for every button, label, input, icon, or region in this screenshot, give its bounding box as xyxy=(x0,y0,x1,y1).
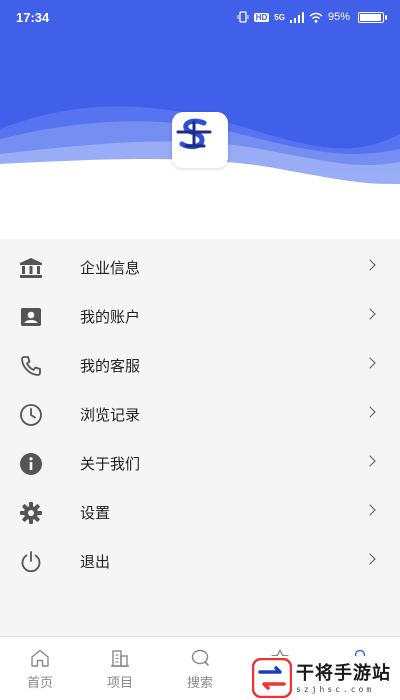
menu-item-label: 我的账户 xyxy=(80,309,141,326)
nav-tab-search[interactable]: 搜索 xyxy=(160,637,240,700)
nav-label: 首页 xyxy=(26,675,53,690)
phone-icon xyxy=(18,353,44,379)
chevron-right-icon xyxy=(364,308,376,320)
wifi-icon xyxy=(309,12,323,23)
power-icon xyxy=(18,549,44,575)
watermark-title: 干将手游站 xyxy=(296,662,391,684)
profile-menu: 企业信息 我的账户 我的客服 浏览记录 关于我们 设置 退出 xyxy=(0,243,400,586)
profile-header xyxy=(0,34,400,239)
site-watermark: 干将手游站 szjhsc.com xyxy=(250,656,400,700)
nav-label: 搜索 xyxy=(186,675,213,690)
battery-level xyxy=(360,13,381,21)
menu-item-my-account[interactable]: 我的账户 xyxy=(0,292,400,341)
menu-item-label: 企业信息 xyxy=(80,260,141,277)
status-bar: 17:34 HD 5G 95% xyxy=(0,0,400,34)
menu-item-about-us[interactable]: 关于我们 xyxy=(0,439,400,488)
chevron-right-icon xyxy=(364,553,376,565)
network-type: 5G xyxy=(274,12,285,22)
chevron-right-icon xyxy=(364,357,376,369)
menu-item-label: 退出 xyxy=(80,554,111,571)
nav-tab-home[interactable]: 首页 xyxy=(0,637,80,700)
menu-item-logout[interactable]: 退出 xyxy=(0,537,400,586)
watermark-logo-icon xyxy=(252,658,292,698)
hd-badge: HD xyxy=(253,12,270,22)
vibrate-icon xyxy=(237,11,249,23)
menu-item-label: 设置 xyxy=(80,505,111,522)
search-icon xyxy=(189,648,211,668)
watermark-subtitle: szjhsc.com xyxy=(296,684,375,694)
building-icon xyxy=(109,648,131,668)
menu-item-label: 关于我们 xyxy=(80,456,141,473)
chevron-right-icon xyxy=(364,504,376,516)
chevron-right-icon xyxy=(364,455,376,467)
menu-item-customer-service[interactable]: 我的客服 xyxy=(0,341,400,390)
info-icon xyxy=(18,451,44,477)
gear-icon xyxy=(18,500,44,526)
nav-tab-projects[interactable]: 项目 xyxy=(80,637,160,700)
signal-icon xyxy=(289,11,304,23)
menu-item-browse-history[interactable]: 浏览记录 xyxy=(0,390,400,439)
nav-label: 项目 xyxy=(106,675,133,690)
clock-icon xyxy=(18,402,44,428)
status-icons: HD 5G 95% xyxy=(237,11,387,23)
app-logo xyxy=(172,112,228,168)
menu-item-settings[interactable]: 设置 xyxy=(0,488,400,537)
home-icon xyxy=(29,648,51,668)
battery-percent: 95% xyxy=(327,11,350,23)
menu-item-company-info[interactable]: 企业信息 xyxy=(0,243,400,292)
bank-icon xyxy=(18,255,44,281)
menu-item-label: 浏览记录 xyxy=(80,407,141,424)
s-logo-icon xyxy=(176,118,212,150)
account-icon xyxy=(18,304,44,330)
chevron-right-icon xyxy=(364,259,376,271)
status-time: 17:34 xyxy=(16,9,50,25)
menu-item-label: 我的客服 xyxy=(80,358,141,375)
chevron-right-icon xyxy=(364,406,376,418)
battery-icon xyxy=(358,11,387,23)
